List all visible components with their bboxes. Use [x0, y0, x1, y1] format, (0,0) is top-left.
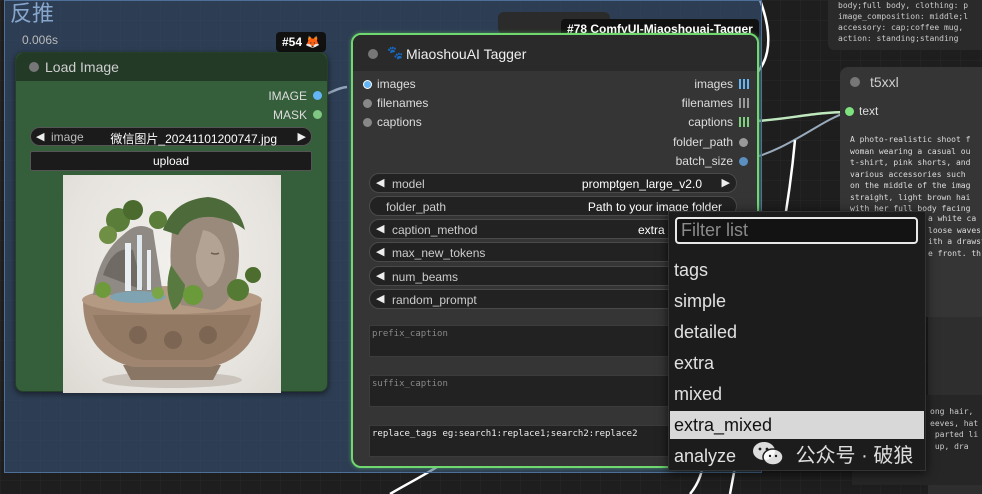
- output-batch-size-label: batch_size: [675, 154, 733, 168]
- node-header[interactable]: 🐾 MiaoshouAI Tagger: [353, 35, 757, 71]
- watermark: 公众号 · 破狼: [752, 439, 913, 475]
- arrow-left-icon[interactable]: ◀: [376, 222, 384, 235]
- input-filenames-label: filenames: [377, 96, 429, 110]
- widget-name: random_prompt: [392, 293, 477, 307]
- input-images-slot[interactable]: [363, 80, 372, 89]
- widget-name: folder_path: [386, 200, 447, 214]
- widget-value: promptgen_large_v2.0: [581, 177, 702, 191]
- widget-name: model: [392, 177, 425, 191]
- arrow-left-icon[interactable]: ◀: [376, 245, 384, 258]
- node-title: Load Image: [45, 59, 119, 75]
- widget-value: 微信图片_20241101200747.jpg: [110, 132, 277, 146]
- widget-name: caption_method: [392, 223, 478, 237]
- menu-item-mixed[interactable]: mixed: [670, 380, 924, 408]
- text-node-bottom-content[interactable]: ong hair, eeves, hat parted li up, dra: [930, 406, 982, 466]
- collapse-dot-icon[interactable]: [29, 62, 39, 72]
- output-batch-size-slot[interactable]: [739, 157, 748, 166]
- input-filenames-slot[interactable]: [363, 99, 372, 108]
- output-folder-path-label: folder_path: [672, 135, 733, 149]
- collapse-dot-icon[interactable]: [368, 49, 378, 59]
- output-filenames-label: filenames: [681, 96, 733, 110]
- wechat-icon: [753, 441, 784, 466]
- image-select-widget[interactable]: ◀ image 微信图片_20241101200747.jpg ▶: [30, 127, 312, 146]
- arrow-left-icon[interactable]: ◀: [36, 130, 44, 143]
- output-image-label: IMAGE: [268, 89, 307, 103]
- output-images-label: images: [694, 77, 733, 91]
- output-mask-slot[interactable]: [313, 110, 322, 119]
- paw-icon: 🐾: [387, 45, 404, 60]
- output-folder-path-slot[interactable]: [739, 138, 748, 147]
- image-preview: [63, 175, 281, 393]
- node-title: MiaoshouAI Tagger: [406, 46, 527, 62]
- menu-item-extra-mixed[interactable]: extra_mixed: [670, 411, 924, 439]
- node-header[interactable]: Load Image: [16, 53, 327, 81]
- widget-name: num_beams: [392, 270, 459, 284]
- text-node-top-content[interactable]: body;full body, clothing: p image_compos…: [838, 0, 982, 46]
- widget-name: image: [51, 130, 84, 144]
- input-captions-slot[interactable]: [363, 118, 372, 127]
- arrow-left-icon[interactable]: ◀: [376, 292, 384, 305]
- menu-item-detailed[interactable]: detailed: [670, 318, 924, 346]
- menu-item-extra[interactable]: extra: [670, 349, 924, 377]
- execution-timing: 0.006s: [22, 33, 59, 47]
- arrow-left-icon[interactable]: ◀: [376, 176, 384, 189]
- menu-item-simple[interactable]: simple: [670, 287, 924, 315]
- input-text-label: text: [859, 104, 879, 118]
- node-id-badge: #54 🦊: [276, 32, 327, 52]
- output-filenames-list-icon[interactable]: [739, 98, 749, 108]
- group-title[interactable]: 反推: [10, 0, 54, 28]
- widget-value: extra: [638, 223, 665, 237]
- model-select-widget[interactable]: ◀ model promptgen_large_v2.0 ▶: [369, 173, 737, 193]
- upload-button[interactable]: upload: [30, 151, 312, 171]
- t5xxl-text-partial[interactable]: a white ca loose waves ith a drawst e fr…: [928, 213, 982, 267]
- output-image-slot[interactable]: [313, 91, 322, 100]
- arrow-right-icon[interactable]: ▶: [298, 130, 306, 143]
- filter-list-input[interactable]: [675, 217, 918, 244]
- output-captions-label: captions: [688, 115, 733, 129]
- output-mask-label: MASK: [272, 108, 307, 122]
- widget-name: max_new_tokens: [392, 246, 486, 260]
- planter-sculpture-image: [82, 197, 262, 388]
- menu-item-tags[interactable]: tags: [670, 256, 924, 284]
- input-images-label: images: [377, 77, 416, 91]
- watermark-text: 公众号 · 破狼: [795, 445, 914, 467]
- collapse-dot-icon[interactable]: [850, 77, 860, 87]
- input-text-slot[interactable]: [845, 107, 854, 116]
- output-images-list-icon[interactable]: [739, 79, 749, 89]
- input-captions-label: captions: [377, 115, 422, 129]
- arrow-left-icon[interactable]: ◀: [376, 269, 384, 282]
- node-title: t5xxl: [870, 74, 899, 90]
- arrow-right-icon[interactable]: ▶: [722, 176, 730, 189]
- output-captions-list-icon[interactable]: [739, 117, 749, 127]
- load-image-node[interactable]: Load Image IMAGE MASK ◀ image 微信图片_20241…: [15, 52, 328, 393]
